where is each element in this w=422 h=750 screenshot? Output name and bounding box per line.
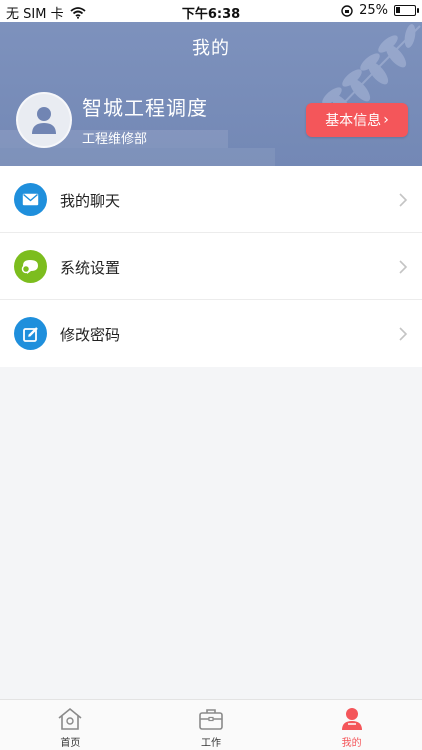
orientation-lock-icon bbox=[341, 4, 353, 17]
tab-home[interactable]: 首页 bbox=[0, 700, 141, 750]
header-decor-bar bbox=[0, 148, 275, 166]
tab-label: 工作 bbox=[201, 738, 221, 749]
page-title: 我的 bbox=[192, 38, 230, 59]
tab-work[interactable]: 工作 bbox=[141, 700, 282, 750]
edit-icon bbox=[14, 317, 47, 350]
profile-header: 无 SIM 卡 下午6:38 25% 我的 智城工程调度 工程维修部 基本信息 … bbox=[0, 0, 422, 166]
battery-icon bbox=[394, 5, 419, 16]
menu-item-my-chat[interactable]: 我的聊天 bbox=[0, 166, 422, 233]
menu-item-change-password[interactable]: 修改密码 bbox=[0, 300, 422, 367]
chevron-right-icon bbox=[399, 327, 408, 341]
status-right: 25% bbox=[341, 3, 419, 18]
tab-mine[interactable]: 我的 bbox=[281, 700, 422, 750]
chevron-right-icon: › bbox=[383, 112, 389, 128]
user-department: 工程维修部 bbox=[82, 132, 148, 147]
mine-screen: 无 SIM 卡 下午6:38 25% 我的 智城工程调度 工程维修部 基本信息 … bbox=[0, 0, 422, 750]
chat-bubbles-icon bbox=[14, 250, 47, 283]
settings-menu: 我的聊天 系统设置 修改密码 bbox=[0, 166, 422, 367]
status-bar: 无 SIM 卡 下午6:38 25% bbox=[0, 0, 422, 22]
bottom-tab-bar: 首页 工作 我的 bbox=[0, 699, 422, 750]
avatar[interactable] bbox=[16, 92, 72, 148]
home-icon bbox=[58, 707, 82, 730]
chevron-right-icon bbox=[399, 193, 408, 207]
user-silhouette-icon bbox=[32, 107, 56, 134]
menu-item-system-settings[interactable]: 系统设置 bbox=[0, 233, 422, 300]
profile-icon bbox=[341, 708, 362, 730]
menu-item-label: 修改密码 bbox=[60, 326, 121, 344]
tab-label: 我的 bbox=[341, 738, 362, 749]
battery-percent: 25% bbox=[359, 3, 388, 18]
mail-icon bbox=[14, 183, 47, 216]
menu-item-label: 系统设置 bbox=[60, 259, 121, 277]
briefcase-icon bbox=[199, 709, 223, 730]
user-name: 智城工程调度 bbox=[82, 96, 208, 120]
basic-info-button[interactable]: 基本信息 › bbox=[306, 103, 408, 137]
basic-info-label: 基本信息 bbox=[325, 113, 382, 129]
menu-item-label: 我的聊天 bbox=[60, 192, 121, 210]
chevron-right-icon bbox=[399, 260, 408, 274]
tab-label: 首页 bbox=[60, 738, 81, 749]
